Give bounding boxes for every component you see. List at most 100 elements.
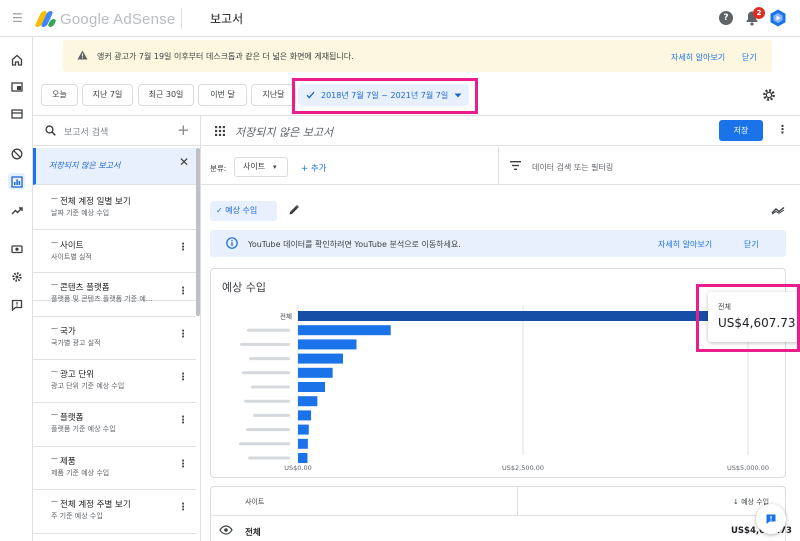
optimization-icon[interactable] xyxy=(8,202,25,219)
save-button[interactable]: 저장 xyxy=(719,120,763,141)
add-breakdown-button[interactable]: + 추가 xyxy=(301,162,326,174)
announcement-banner: 앵커 광고가 7월 19일 이후부터 데스크톱과 같은 더 넓은 화면에 게재됩… xyxy=(63,40,772,72)
redacted-category-label xyxy=(244,399,290,403)
bar-site[interactable] xyxy=(298,453,308,463)
feedback-fab-button[interactable] xyxy=(756,504,786,534)
settings-icon[interactable] xyxy=(8,268,25,285)
breakdown-select[interactable]: 사이트 ▾ xyxy=(234,157,288,177)
report-item-more-icon[interactable]: ⋮ xyxy=(178,460,188,470)
feedback-icon xyxy=(766,514,776,524)
report-search-row: 보고서 검색 + xyxy=(33,116,200,146)
sites-icon[interactable] xyxy=(8,105,25,122)
logo-text: Google AdSense xyxy=(60,10,176,28)
reports-scrollbar[interactable] xyxy=(196,148,200,316)
report-spark-icon: ⁓ xyxy=(51,368,58,376)
report-item-more-icon[interactable]: ⋮ xyxy=(178,373,188,383)
report-item-desc: 주 기준 예상 수입 xyxy=(51,512,103,520)
youtube-banner-close-button[interactable]: 닫기 xyxy=(744,239,759,250)
report-item-desc: 제품 기준 예상 수입 xyxy=(51,469,110,477)
report-item-unsaved[interactable]: 저장되지 않은 보고서 ✕ xyxy=(33,148,196,185)
check-icon: ✓ xyxy=(216,206,223,215)
report-item-name: 저장되지 않은 보고서 xyxy=(49,161,121,170)
report-spark-icon: ⁓ xyxy=(51,325,58,333)
report-item-name: 콘텐츠 플랫폼 xyxy=(60,283,110,293)
report-item-product[interactable]: ⁓ 제품 제품 기준 예상 수입 ⋮ xyxy=(33,447,196,490)
x-tick-label: US$5,000.00 xyxy=(727,464,769,472)
table-header-site[interactable]: 사이트 xyxy=(245,497,264,507)
bar-site[interactable] xyxy=(298,382,325,392)
report-settings-icon[interactable] xyxy=(762,88,776,102)
report-item-country[interactable]: ⁓ 국가 국가별 광고 실적 ⋮ xyxy=(33,317,196,360)
adsense-logo[interactable]: Google AdSense xyxy=(34,9,176,29)
more-options-icon[interactable]: ⋮ xyxy=(777,124,788,135)
date-chip-last-7-days[interactable]: 지난 7일 xyxy=(82,84,133,106)
bar-site[interactable] xyxy=(298,424,309,435)
date-chip-last-month[interactable]: 지난달 xyxy=(251,84,296,106)
report-item-more-icon[interactable]: ⋮ xyxy=(178,287,188,297)
redacted-category-label xyxy=(253,413,290,417)
page-title: 보고서 xyxy=(210,12,244,26)
report-spark-icon: ⁓ xyxy=(51,411,58,419)
visibility-eye-icon[interactable] xyxy=(219,525,233,535)
filter-search-input[interactable]: 데이터 검색 또는 필터링 xyxy=(532,162,613,173)
report-item-daily[interactable]: ⁓ 전체 계정 일별 보기 날짜 기준 예상 수입 xyxy=(33,186,196,230)
bar-site[interactable] xyxy=(298,438,308,449)
compare-chart-icon[interactable] xyxy=(771,206,785,215)
close-report-icon[interactable]: ✕ xyxy=(179,155,189,169)
youtube-learn-more-link[interactable]: 자세히 알아보기 xyxy=(658,239,712,250)
date-chip-last-30-days[interactable]: 최근 30일 xyxy=(138,84,194,106)
highlight-box-tooltip xyxy=(696,284,800,352)
bar-site[interactable] xyxy=(298,367,333,378)
report-item-sites[interactable]: ⁓ 사이트 사이트별 실적 ⋮ xyxy=(33,230,196,273)
youtube-banner-message: YouTube 데이터를 확인하려면 YouTube 분석으로 이동하세요. xyxy=(248,240,461,249)
report-item-content-platform[interactable]: ⁓ 콘텐츠 플랫폼 플랫폼 및 콘텐츠 플랫폼 기준 예... ⋮ xyxy=(33,273,196,317)
breakdown-value: 사이트 xyxy=(243,162,266,171)
report-item-weekly[interactable]: ⁓ 전체 계정 주별 보기 주 기준 예상 수입 ⋮ xyxy=(33,490,196,534)
report-spark-icon: ⁓ xyxy=(51,455,58,463)
home-icon[interactable] xyxy=(8,51,25,68)
banner-close-button[interactable]: 닫기 xyxy=(742,52,757,63)
report-item-name: 사이트 xyxy=(60,241,84,251)
category-label: 전체 xyxy=(280,312,292,321)
adsense-logo-mark xyxy=(34,11,57,27)
reports-panel: 보고서 검색 + 저장되지 않은 보고서 ✕ ⁓ 전체 계정 일별 보기 날짜 … xyxy=(33,116,201,541)
metric-chip-estimated-earnings[interactable]: ✓ 예상 수입 xyxy=(210,201,277,221)
add-report-button[interactable]: + xyxy=(177,121,190,139)
report-item-name: 광고 단위 xyxy=(60,370,94,380)
feedback-icon[interactable] xyxy=(8,296,25,313)
banner-learn-more-link[interactable]: 자세히 알아보기 xyxy=(671,52,725,63)
bar-site[interactable] xyxy=(298,339,357,350)
payments-icon[interactable] xyxy=(8,240,25,257)
redacted-category-label xyxy=(247,328,290,332)
report-title[interactable]: 저장되지 않은 보고서 xyxy=(235,124,333,140)
edit-metrics-pencil-icon[interactable] xyxy=(288,204,300,216)
bar-site[interactable] xyxy=(298,396,318,407)
report-spark-icon: ⁓ xyxy=(51,195,58,203)
report-item-more-icon[interactable]: ⋮ xyxy=(178,243,188,253)
block-icon[interactable] xyxy=(8,145,25,162)
help-icon[interactable]: ? xyxy=(719,11,733,25)
report-item-more-icon[interactable]: ⋮ xyxy=(178,503,188,513)
date-chip-today[interactable]: 오늘 xyxy=(41,84,78,106)
bar-site[interactable] xyxy=(298,410,312,421)
redacted-category-label xyxy=(239,442,290,446)
report-item-more-icon[interactable]: ⋮ xyxy=(178,330,188,340)
menu-icon[interactable]: ☰ xyxy=(12,12,24,24)
reports-icon[interactable] xyxy=(8,173,25,190)
bar-site[interactable] xyxy=(298,325,391,336)
redacted-category-label xyxy=(242,371,290,375)
bar-site[interactable] xyxy=(298,353,343,364)
report-item-platform[interactable]: ⁓ 플랫폼 플랫폼 기준 예상 수입 ⋮ xyxy=(33,403,196,447)
bar-total[interactable] xyxy=(298,311,713,321)
ads-icon[interactable] xyxy=(8,78,25,95)
report-search-input[interactable]: 보고서 검색 xyxy=(64,125,108,138)
report-item-ad-unit[interactable]: ⁓ 광고 단위 광고 단위 기준 예상 수입 ⋮ xyxy=(33,360,196,403)
report-item-more-icon[interactable]: ⋮ xyxy=(178,416,188,426)
table-header-divider xyxy=(517,487,518,515)
apps-grid-icon[interactable] xyxy=(215,126,225,136)
account-avatar[interactable] xyxy=(769,9,787,27)
redacted-category-label xyxy=(248,456,290,460)
report-spark-icon: ⁓ xyxy=(51,281,58,289)
info-icon xyxy=(226,237,238,249)
date-chip-this-month[interactable]: 이번 달 xyxy=(198,84,247,106)
